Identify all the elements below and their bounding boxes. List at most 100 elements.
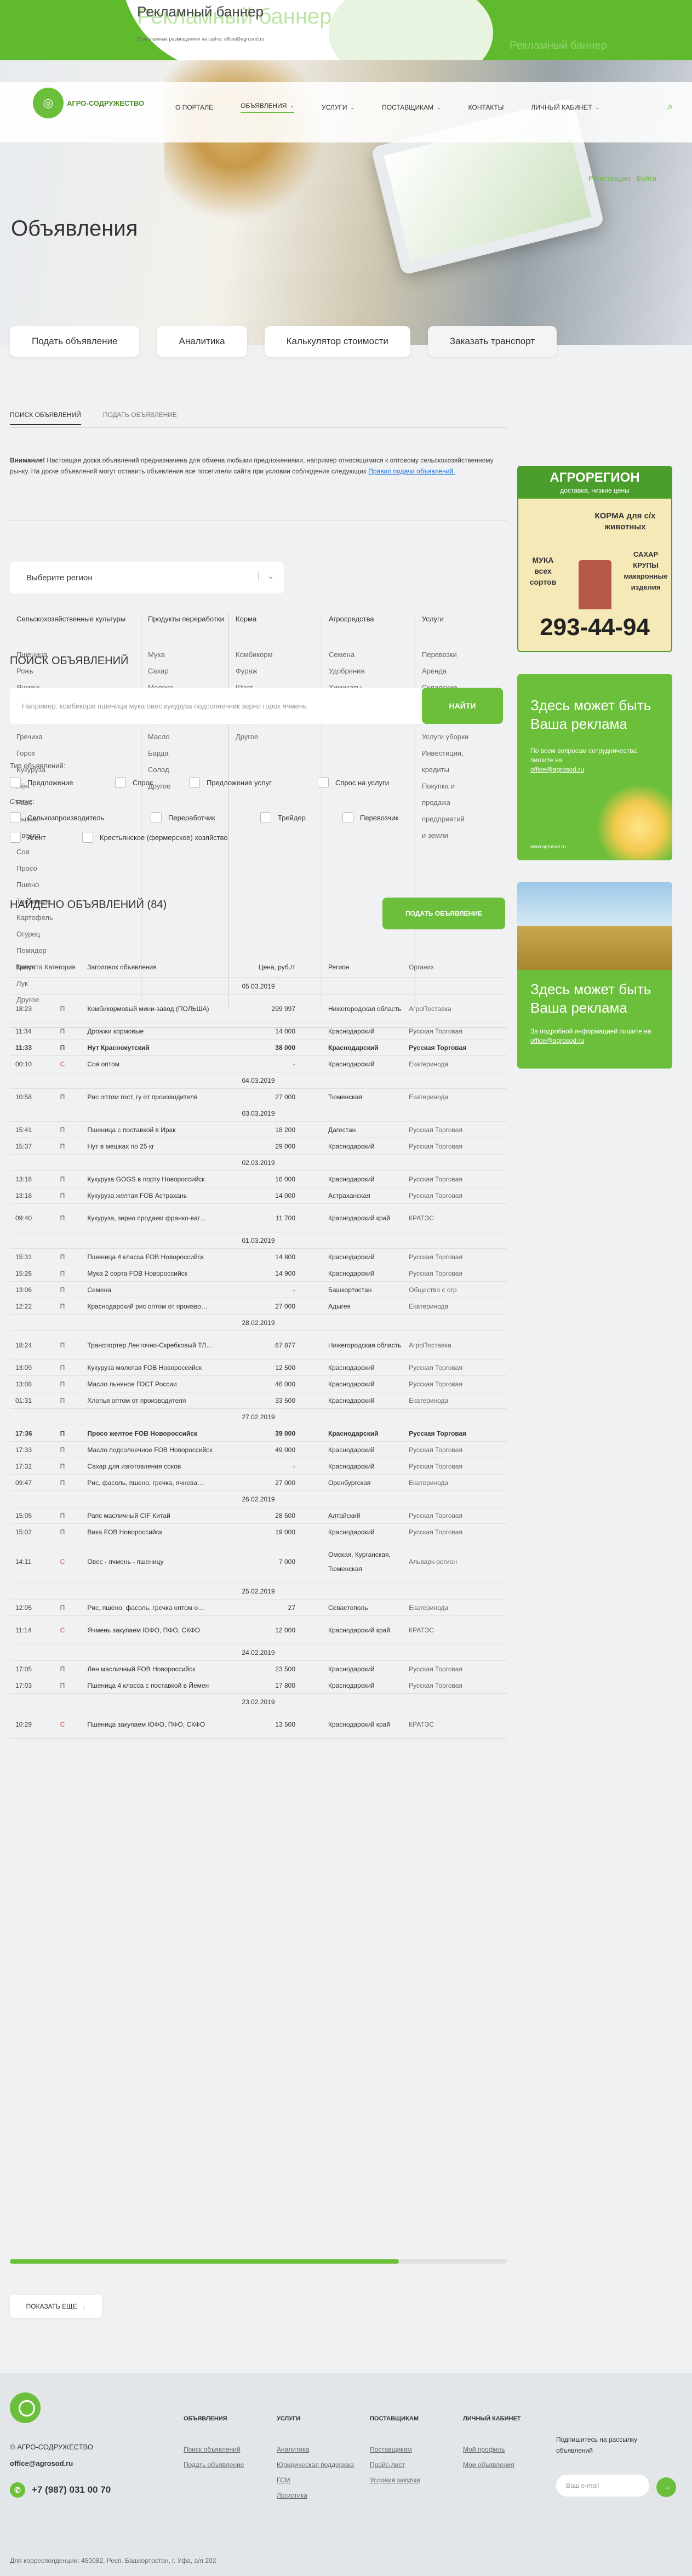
table-row[interactable]: 13:18 П Кукуруза GOGS в порту Новороссийск…: [10, 1171, 507, 1187]
checkbox-box[interactable]: [10, 777, 21, 788]
category-item[interactable]: Рапс: [16, 795, 141, 811]
table-row[interactable]: 15:05 П Рапс масличный CIF Китай 28 500 Алта…: [10, 1507, 507, 1524]
table-row[interactable]: 09:40 П Кукуруза, зерно продаем франко-ваг…: [10, 1204, 507, 1232]
table-row[interactable]: 17:36 П Просо желтое FOB Новороссийск 39 00…: [10, 1425, 507, 1442]
type-checkbox[interactable]: Спрос на услуги: [318, 777, 389, 788]
table-row[interactable]: 13:18 П Кукуруза желтая FOB Астрахань 14 00…: [10, 1187, 507, 1204]
scroll-thumb[interactable]: [10, 2259, 399, 2264]
subtab-submit[interactable]: Подать объявление: [103, 411, 177, 425]
table-row[interactable]: 11:34 П Дрожжи кормовые 14 000 Краснодарский…: [10, 1023, 507, 1039]
category-item[interactable]: Перевозки: [422, 647, 506, 663]
type-checkbox[interactable]: Предложение: [10, 777, 73, 788]
table-row[interactable]: 01:31 П Хлопья оптом от производителя 33 50…: [10, 1392, 507, 1409]
table-row[interactable]: 17:33 П Масло подсолнечное FOB Новороссийс…: [10, 1442, 507, 1458]
tab-calculator[interactable]: Калькулятор стоимости: [264, 326, 410, 357]
footer-link[interactable]: Поставщикам: [370, 2442, 420, 2457]
table-row[interactable]: 15:31 П Пшеница 4 класса FOB Новороссийск 1…: [10, 1249, 507, 1265]
footer-link[interactable]: Мои объявления: [463, 2457, 521, 2472]
footer-link[interactable]: Подать объявление: [184, 2457, 244, 2472]
table-row[interactable]: 18:23 П Комбикормовый мини-завод (ПОЛЬША) 2…: [10, 995, 507, 1023]
footer-link[interactable]: Поиск объявлений: [184, 2442, 244, 2457]
checkbox-box[interactable]: [260, 812, 271, 823]
status-checkbox[interactable]: Крестьянское (фермерское) хозяйство: [82, 832, 228, 843]
category-item[interactable]: Соя: [16, 844, 141, 860]
category-item[interactable]: Картофель: [16, 910, 141, 926]
ad-agroregion[interactable]: АГРОРЕГИОН доставка, низкие цены КОРМА д…: [517, 466, 672, 652]
category-item[interactable]: Масло: [148, 729, 228, 745]
nav-item-4[interactable]: Контакты: [468, 102, 504, 113]
checkbox-box[interactable]: [115, 777, 126, 788]
category-item[interactable]: продажа: [422, 795, 506, 811]
search-input[interactable]: Например: комбикорм пшеница мука овес ку…: [22, 702, 307, 710]
category-item[interactable]: Аренда: [422, 663, 506, 679]
category-item[interactable]: Гречиха: [16, 729, 141, 745]
rules-link[interactable]: Правил подачи объявлений.: [368, 467, 455, 475]
category-item[interactable]: Комбикорм: [236, 647, 322, 663]
table-row[interactable]: 10:29 С Пшеница закупаем ЮФО, ПФО, СКФО 13 …: [10, 1710, 507, 1739]
status-checkbox[interactable]: Переработчик: [151, 812, 215, 823]
category-item[interactable]: Инвестиции,: [422, 745, 506, 762]
category-item[interactable]: и земли: [422, 827, 506, 844]
category-item[interactable]: Услуги уборки: [422, 729, 506, 745]
table-row[interactable]: 18:24 П Транспортер Ленточно-Скребковый ТЛ…: [10, 1331, 507, 1360]
checkbox-box[interactable]: [318, 777, 329, 788]
table-row[interactable]: 15:26 П Мука 2 сорта FOB Новороссийск 14 90…: [10, 1265, 507, 1282]
footer-link[interactable]: ГСМ: [277, 2472, 354, 2488]
show-more-button[interactable]: Показать еще ↓: [10, 2295, 102, 2318]
category-item[interactable]: Мука: [148, 647, 228, 663]
table-row[interactable]: 13:09 П Кукуруза молотая FOB Новороссийск 1…: [10, 1360, 507, 1376]
ad2-email[interactable]: office@agrosod.ru: [530, 766, 584, 773]
category-item[interactable]: Пшено: [16, 877, 141, 893]
ad-placeholder-2[interactable]: Здесь может быть Ваша реклама За подробн…: [517, 882, 672, 1069]
checkbox-box[interactable]: [82, 832, 93, 843]
category-item[interactable]: предприятий: [422, 811, 506, 827]
table-row[interactable]: 00:10 С Соя оптом - Краснодарский Екатеринода: [10, 1056, 507, 1072]
category-item[interactable]: Другое: [236, 729, 322, 745]
login-link[interactable]: Войти: [637, 174, 656, 182]
region-select[interactable]: Выберите регион ⌄: [10, 562, 284, 593]
subscribe-arrow-icon[interactable]: →: [656, 2477, 676, 2497]
nav-item-5[interactable]: Личный кабинет ⌄: [531, 102, 599, 113]
status-checkbox[interactable]: Трейдер: [260, 812, 306, 823]
subscribe-email-input[interactable]: Ваш e-mail: [556, 2475, 649, 2497]
table-row[interactable]: 09:47 П Рис, фасоль, пшено, гречка, ячнева…: [10, 1475, 507, 1491]
category-item[interactable]: Огурец: [16, 926, 141, 943]
table-scrollbar[interactable]: [10, 2259, 507, 2264]
nav-item-3[interactable]: Поставщикам ⌄: [382, 102, 441, 113]
table-row[interactable]: 15:37 П Нут в мешках по 25 кг 29 000 Краснод…: [10, 1138, 507, 1155]
table-row[interactable]: 12:05 П Рис, пшено, фасоль, гречка оптом о…: [10, 1600, 507, 1616]
category-item[interactable]: Фураж: [236, 663, 322, 679]
register-link[interactable]: Регистрация: [588, 174, 630, 182]
table-row[interactable]: 13:08 П Масло льняное ГОСТ России 46 000 Кра…: [10, 1376, 507, 1392]
checkbox-box[interactable]: [189, 777, 200, 788]
footer-phone[interactable]: ✆ +7 (987) 031 00 70: [10, 2482, 111, 2498]
nav-item-1[interactable]: Объявления ⌄: [241, 102, 294, 113]
category-item[interactable]: Семена: [329, 647, 415, 663]
type-checkbox[interactable]: Предложение услуг: [189, 777, 272, 788]
table-row[interactable]: 13:06 П Семена - Башкортостан Общество с огр: [10, 1282, 507, 1298]
search-button[interactable]: Найти: [422, 688, 503, 724]
tab-analytics[interactable]: Аналитика: [157, 326, 247, 357]
category-item[interactable]: кредиты: [422, 762, 506, 778]
checkbox-box[interactable]: [151, 812, 162, 823]
checkbox-box[interactable]: [10, 812, 21, 823]
footer-link[interactable]: Юридическая поддержка: [277, 2457, 354, 2472]
category-item[interactable]: Сахар: [148, 663, 228, 679]
add-ad-button[interactable]: Подать объявление: [382, 898, 505, 929]
nav-item-2[interactable]: Услуги ⌄: [322, 102, 354, 113]
search-icon[interactable]: ⌕: [667, 101, 673, 112]
status-checkbox[interactable]: Агент: [10, 832, 46, 843]
category-item[interactable]: Просо: [16, 860, 141, 877]
nav-item-0[interactable]: О портале: [175, 102, 213, 113]
table-row[interactable]: 17:05 П Лен масличный FOB Новороссийск 23 5…: [10, 1661, 507, 1677]
table-row[interactable]: 10:58 П Рис оптом гост, гу от производител…: [10, 1089, 507, 1105]
table-row[interactable]: 11:33 П Нут Краснокутский 38 000 Краснодарск…: [10, 1039, 507, 1056]
footer-link[interactable]: Мой профиль: [463, 2442, 521, 2457]
status-checkbox[interactable]: Перевозчик: [342, 812, 398, 823]
status-checkbox[interactable]: Сельхозпроизводитель: [10, 812, 104, 823]
category-item[interactable]: Покупка и: [422, 778, 506, 795]
tab-order-transport[interactable]: Заказать транспорт: [427, 326, 557, 357]
category-item[interactable]: Горох: [16, 745, 141, 762]
table-row[interactable]: 14:11 С Овес - ячмень - пшеницу 7 000 Омская…: [10, 1540, 507, 1583]
category-item[interactable]: Барда: [148, 745, 228, 762]
